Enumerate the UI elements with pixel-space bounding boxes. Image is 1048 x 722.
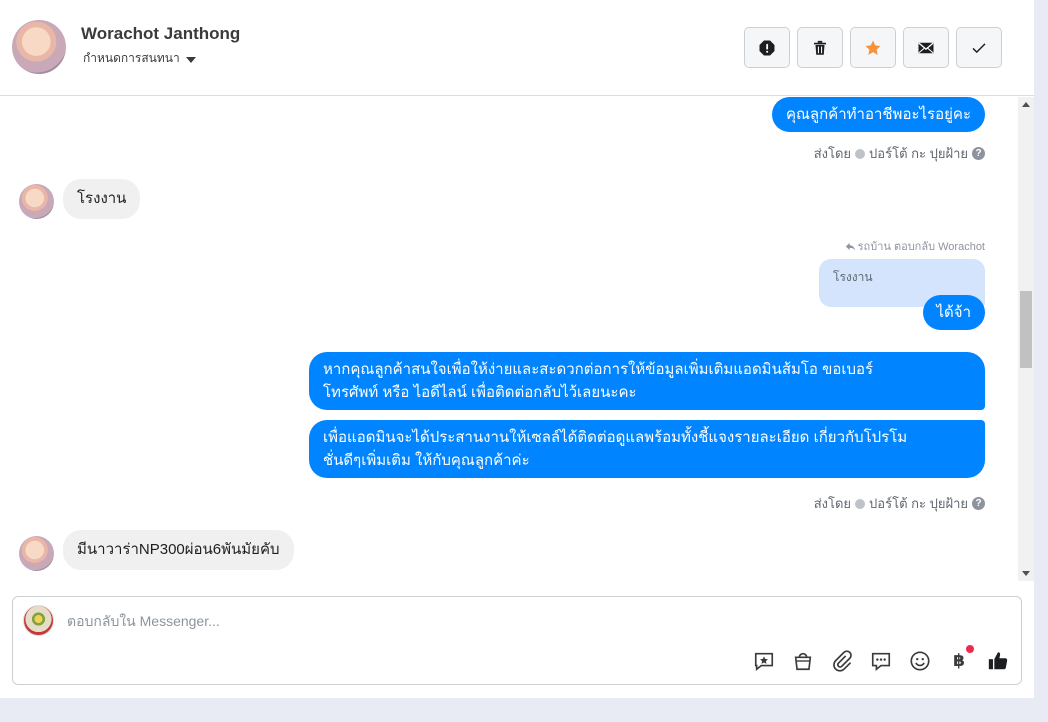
conversation-header: Worachot Janthong กำหนดการสนทนา [0, 0, 1034, 96]
verified-icon [855, 148, 866, 159]
thumbs-up-icon [988, 652, 1008, 670]
help-icon[interactable]: ? [972, 147, 985, 160]
help-icon[interactable]: ? [972, 497, 985, 510]
check-icon [972, 42, 986, 53]
baht-icon: ฿ [953, 651, 965, 670]
saved-reply-icon [754, 652, 774, 671]
star-icon [865, 40, 881, 55]
sent-by-label: ส่งโดย [813, 496, 852, 511]
envelope-icon [918, 42, 934, 53]
shopping-bag-icon [794, 652, 812, 671]
incoming-message[interactable]: โรงงาน [63, 179, 141, 219]
outgoing-message[interactable]: คุณลูกค้าทำอาชีพอะไรอยู่คะ [771, 97, 985, 132]
reply-note-text: รถบ้าน ตอบกลับ Worachot [857, 241, 985, 253]
attach-file-button[interactable] [831, 650, 853, 672]
notification-dot [966, 645, 974, 653]
message-composer: ฿ [12, 596, 1022, 685]
message-line: เพื่อแอดมินจะได้ประสานงานให้เซลล์ได้ติดต… [323, 429, 908, 446]
mark-done-button[interactable] [956, 27, 1002, 68]
reply-context-note: รถบ้าน ตอบกลับ Worachot [845, 237, 985, 255]
contact-avatar-small[interactable] [19, 184, 54, 219]
message-sender-info: ส่งโดย ปอร์โต้ กะ ปุยฝ้าย ? [814, 493, 985, 514]
saved-reply-button[interactable] [753, 650, 775, 672]
verified-icon [855, 498, 866, 509]
message-line: หากคุณลูกค้าสนใจเพื่อให้ง่ายและสะดวกต่อก… [323, 361, 874, 378]
message-line: โทรศัพท์ หรือ ไอดีไลน์ เพื่อติดต่อกลับไว… [323, 384, 637, 401]
mark-spam-button[interactable] [744, 27, 790, 68]
reply-arrow-icon [845, 242, 855, 251]
assign-label: กำหนดการสนทนา [83, 51, 180, 65]
trash-icon [814, 40, 826, 55]
message-thread[interactable]: คุณลูกค้าทำอาชีพอะไรอยู่คะ ส่งโดย ปอร์โต… [0, 97, 1018, 581]
star-button[interactable] [850, 27, 896, 68]
message-sender-info: ส่งโดย ปอร์โต้ กะ ปุยฝ้าย ? [814, 143, 985, 164]
page-avatar [23, 605, 54, 636]
emoji-icon [910, 651, 930, 671]
incoming-message[interactable]: มีนาวาร่าNP300ผ่อน6พันมัยคับ [63, 530, 294, 570]
contact-avatar-small[interactable] [19, 536, 54, 571]
contact-avatar[interactable] [12, 20, 66, 74]
message-line: ชั่นดีๆเพิ่มเติม ให้กับคุณลูกค้าค่ะ [323, 452, 530, 469]
chat-bubbles-icon [871, 652, 891, 671]
sender-name[interactable]: ปอร์โต้ กะ ปุยฝ้าย [869, 493, 968, 514]
outgoing-message[interactable]: หากคุณลูกค้าสนใจเพื่อให้ง่ายและสะดวกต่อก… [309, 352, 985, 410]
composer-toolbar: ฿ [753, 645, 1009, 672]
quick-replies-button[interactable] [870, 650, 892, 672]
payment-button[interactable]: ฿ [948, 645, 974, 672]
scroll-down-arrow-icon[interactable] [1022, 571, 1030, 576]
action-toolbar [744, 27, 1002, 68]
mark-unread-button[interactable] [903, 27, 949, 68]
contact-name[interactable]: Worachot Janthong [81, 24, 240, 44]
sent-by-label: ส่งโดย [813, 146, 852, 161]
delete-button[interactable] [797, 27, 843, 68]
scrollbar-thumb[interactable] [1020, 291, 1032, 368]
conversation-panel: Worachot Janthong กำหนดการสนทนา คุณลูกค้… [0, 0, 1034, 698]
emoji-button[interactable] [909, 650, 931, 672]
reply-input[interactable] [67, 613, 667, 629]
assign-conversation-dropdown[interactable]: กำหนดการสนทนา [83, 49, 196, 68]
thread-scrollbar[interactable] [1018, 97, 1034, 581]
outgoing-message[interactable]: เพื่อแอดมินจะได้ประสานงานให้เซลล์ได้ติดต… [309, 420, 985, 478]
send-like-button[interactable] [987, 650, 1009, 672]
alert-octagon-icon [759, 40, 775, 55]
sender-name[interactable]: ปอร์โต้ กะ ปุยฝ้าย [869, 143, 968, 164]
outgoing-message[interactable]: ได้จ้า [922, 295, 985, 330]
attachment-icon [833, 650, 852, 672]
shop-button[interactable] [792, 650, 814, 672]
scroll-up-arrow-icon[interactable] [1022, 102, 1030, 107]
caret-down-icon [185, 56, 196, 63]
